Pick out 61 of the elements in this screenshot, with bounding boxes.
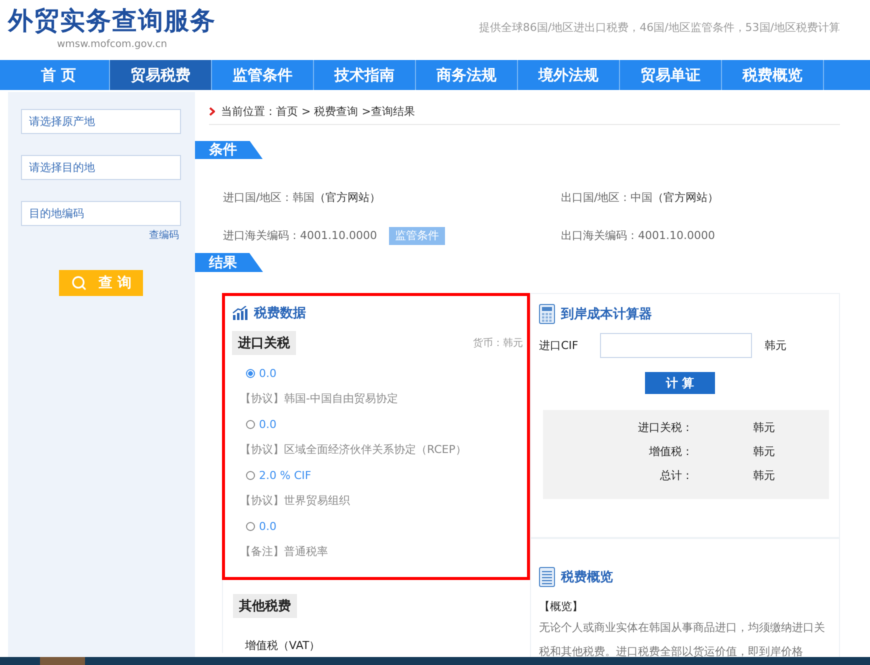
result-label: 总计：: [659, 468, 693, 483]
condition-text: 进口海关编码：4001.10.0000: [223, 228, 377, 244]
rate-value: 0.0: [259, 418, 276, 431]
radio-button[interactable]: [246, 471, 255, 480]
result-unit: 韩元: [753, 444, 776, 459]
rate-note: 【协议】区域全面经济伙伴关系协定（RCEP）: [240, 442, 468, 457]
input-field[interactable]: [600, 333, 752, 358]
nav-item[interactable]: 税费概览: [722, 60, 824, 90]
website-link[interactable]: （官方网站）: [652, 190, 719, 205]
calculate-button[interactable]: 计 算: [645, 372, 715, 394]
breadcrumb: 当前位置：首页 > 税费查询 >查询结果: [221, 104, 415, 119]
nav-item[interactable]: 监管条件: [212, 60, 314, 90]
radio-button[interactable]: [246, 369, 255, 378]
currency-label: 货币：韩元: [473, 336, 523, 350]
bottom-bar-accent: [40, 657, 85, 665]
result-unit: 韩元: [753, 420, 776, 435]
nav-item[interactable]: 技术指南: [314, 60, 416, 90]
rate-value: 0.0: [259, 520, 276, 533]
chevron-icon: [209, 107, 215, 116]
nav-item[interactable]: 贸易单证: [620, 60, 722, 90]
lookup-link[interactable]: 查编码: [149, 228, 179, 242]
radio-button[interactable]: [246, 522, 255, 531]
condition-text: 出口国/地区：中国: [561, 190, 653, 205]
document-icon: [539, 567, 555, 587]
site-tagline: 提供全球86国/地区进出口税费，46国/地区监管条件，53国/地区税费计算: [478, 20, 840, 35]
rate-value: 2.0 % CIF: [259, 469, 312, 482]
card-title: 税费数据: [254, 305, 306, 322]
nav-item[interactable]: 境外法规: [518, 60, 620, 90]
nav-item[interactable]: 商务法规: [416, 60, 518, 90]
nav-item[interactable]: 贸易税费: [110, 60, 212, 90]
tax-item: 增值税（VAT）: [245, 638, 320, 653]
input-field[interactable]: 请选择原产地: [21, 109, 181, 134]
result-label: 进口关税：: [637, 420, 693, 435]
result-label: 增值税：: [648, 444, 693, 459]
overview-text: 无论个人或商业实体在韩国从事商品进口，均须缴纳进口关税和其他税费。进口税费全部以货运价值，即到岸价格: [539, 620, 826, 660]
unit-label: 韩元: [764, 338, 786, 353]
regulation-button[interactable]: 监管条件: [388, 226, 445, 245]
card-title: 到岸成本计算器: [561, 306, 652, 323]
bar-chart-icon: [232, 306, 248, 320]
condition-text: 出口海关编码：4001.10.0000: [561, 228, 715, 244]
condition-text: 进口国/地区：韩国: [223, 190, 315, 205]
site-title: 外贸实务查询服务: [8, 5, 216, 37]
site-domain: wmsw.mofcom.gov.cn: [56, 39, 168, 50]
rate-note: 【协议】世界贸易组织: [240, 493, 351, 508]
field-label: 进口CIF: [539, 338, 578, 353]
calculator-icon: [539, 304, 555, 324]
input-field[interactable]: 请选择目的地: [21, 155, 181, 180]
result-unit: 韩元: [753, 468, 776, 483]
rate-note: 【备注】普通税率: [240, 544, 329, 559]
subsection-heading: 进口关税: [232, 331, 296, 355]
website-link[interactable]: （官方网站）: [314, 190, 381, 205]
subsection-heading: 其他税费: [233, 594, 297, 618]
rate-value: 0.0: [259, 367, 276, 380]
overview-heading: 【概览】: [539, 599, 584, 614]
section-heading: 结果: [195, 253, 263, 272]
radio-button[interactable]: [246, 420, 255, 429]
input-field[interactable]: 目的地编码: [21, 201, 181, 226]
rate-note: 【协议】韩国-中国自由贸易协定: [240, 391, 399, 406]
card-title: 税费概览: [561, 569, 613, 586]
section-heading: 条件: [195, 140, 263, 160]
search-icon: [70, 275, 87, 291]
